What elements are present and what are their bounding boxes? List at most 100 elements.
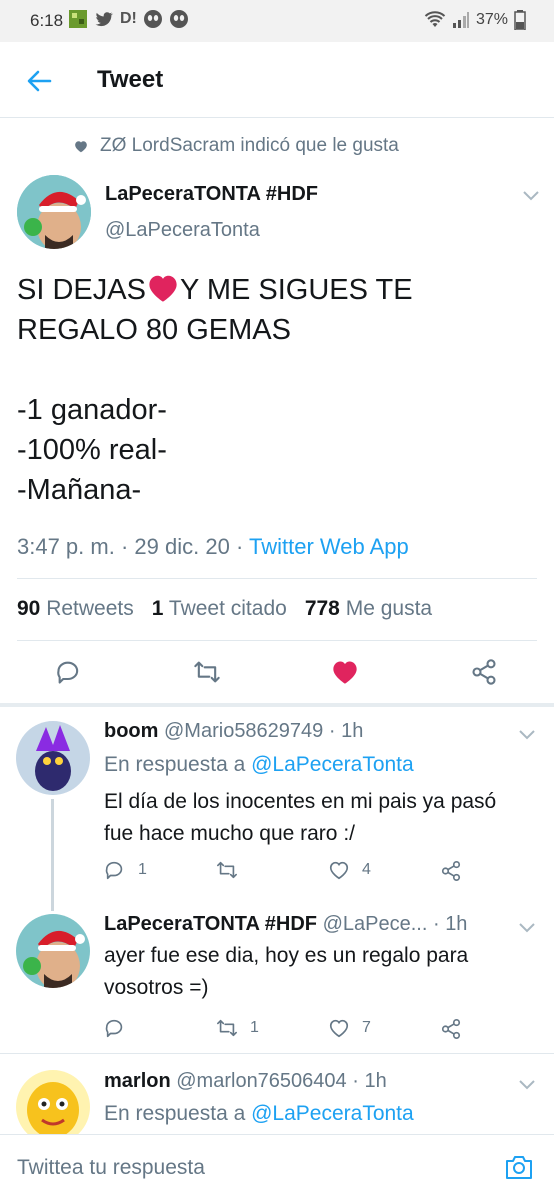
- reply-avatar-image: [16, 721, 90, 795]
- compose-bar[interactable]: Twittea tu respuesta: [0, 1134, 554, 1200]
- reply-action-retweet[interactable]: [216, 859, 250, 881]
- reply-action-like[interactable]: 7: [328, 1017, 371, 1039]
- wifi-icon: [424, 11, 446, 27]
- reply-icon: [105, 1019, 123, 1038]
- tweet-text-line: -100% real-: [17, 434, 167, 466]
- tweet-time: 3:47 p. m.: [17, 534, 115, 559]
- reply-action-reply[interactable]: 1: [104, 859, 147, 881]
- divider: [17, 578, 537, 579]
- quotes-stat[interactable]: 1 Tweet citado: [152, 597, 287, 621]
- tweet-source-link[interactable]: Twitter Web App: [249, 534, 409, 559]
- heart-small-icon: [75, 140, 87, 152]
- compose-input[interactable]: Twittea tu respuesta: [17, 1156, 205, 1180]
- game-icon: [69, 10, 87, 28]
- reply-author-handle[interactable]: @marlon76506404: [176, 1070, 346, 1092]
- chevron-down-icon[interactable]: [518, 922, 536, 934]
- reply-icon: [105, 861, 123, 880]
- retweet-icon[interactable]: [193, 658, 221, 686]
- dot-separator: ·: [427, 913, 446, 935]
- reply-author-handle[interactable]: @LaPece...: [323, 913, 428, 935]
- page-title: Tweet: [97, 66, 164, 93]
- reply-tweet[interactable]: boom @Mario58629749 · 1h En respuesta a …: [0, 707, 554, 911]
- liked-heart-icon[interactable]: [331, 658, 359, 686]
- reply-action-retweet[interactable]: 1: [216, 1017, 259, 1039]
- signal-icon: [452, 12, 469, 28]
- alien-icon: [169, 10, 188, 28]
- author-handle[interactable]: @LaPeceraTonta: [105, 219, 260, 242]
- reply-to-link[interactable]: @LaPeceraTonta: [251, 753, 414, 776]
- reply-text-line: fue hace mucho que raro :/: [104, 822, 355, 845]
- reply-action-like[interactable]: 4: [328, 859, 371, 881]
- author-avatar[interactable]: [17, 175, 91, 249]
- chevron-down-icon[interactable]: [518, 1079, 536, 1091]
- alien-icon: [143, 10, 162, 28]
- retweet-icon: [217, 861, 237, 879]
- retweets-count: 90: [17, 597, 41, 620]
- reply-header: boom @Mario58629749 · 1h: [104, 720, 363, 743]
- reply-count: 1: [138, 861, 147, 878]
- reply-avatar[interactable]: [16, 721, 90, 795]
- social-context: ZØ LordSacram indicó que le gusta: [74, 135, 399, 157]
- reply-header: marlon @marlon76506404 · 1h: [104, 1070, 387, 1093]
- likes-count: 778: [304, 597, 340, 620]
- red-heart-emoji-icon: [149, 275, 177, 302]
- tweet-text-part: Y ME SIGUES TE: [179, 274, 413, 306]
- chevron-down-icon[interactable]: [518, 729, 536, 741]
- tweet-text: SI DEJAS Y ME SIGUES TE REGALO 80 GEMAS -…: [17, 270, 537, 510]
- reply-author-name[interactable]: marlon: [104, 1070, 171, 1092]
- reply-text-line: El día de los inocentes en mi pais ya pa…: [104, 790, 497, 813]
- reply-header: LaPeceraTONTA #HDF @LaPece... · 1h: [104, 913, 467, 936]
- meta-separator: ·: [120, 534, 135, 559]
- status-right: 37%: [424, 10, 526, 30]
- retweet-icon: [217, 1019, 237, 1037]
- reply-text-line: ayer fue ese dia, hoy es un regalo para: [104, 944, 469, 967]
- dot-separator: ·: [346, 1070, 365, 1092]
- status-time: 6:18: [30, 11, 64, 30]
- reply-author-handle[interactable]: @Mario58629749: [164, 720, 323, 742]
- chevron-down-icon[interactable]: [522, 190, 540, 202]
- reply-context: En respuesta a @LaPeceraTonta: [104, 1102, 414, 1126]
- retweet-count: 1: [250, 1019, 259, 1036]
- camera-icon[interactable]: [504, 1153, 534, 1181]
- back-arrow-icon[interactable]: [24, 66, 54, 96]
- status-bar: 6:18 D! 37%: [0, 0, 554, 42]
- tweet-meta: 3:47 p. m. · 29 dic. 20 · Twitter Web Ap…: [17, 534, 409, 560]
- app-bar: Tweet: [0, 42, 554, 118]
- reply-context: En respuesta a @LaPeceraTonta: [104, 753, 414, 777]
- reply-avatar-image: [16, 914, 90, 988]
- battery-icon: [514, 10, 526, 30]
- likes-stat[interactable]: 778 Me gusta: [305, 597, 432, 621]
- reply-time: 1h: [445, 913, 468, 935]
- reply-tweet[interactable]: marlon @marlon76506404 · 1h En respuesta…: [0, 1054, 554, 1134]
- reply-tweet[interactable]: LaPeceraTONTA #HDF @LaPece... · 1h ayer …: [0, 902, 554, 1052]
- social-context-text: ZØ LordSacram indicó que le gusta: [100, 135, 399, 156]
- tweet-text-part: SI DEJAS: [17, 274, 146, 306]
- reply-to-link[interactable]: @LaPeceraTonta: [251, 1102, 414, 1125]
- share-icon[interactable]: [440, 860, 462, 882]
- reply-time: 1h: [341, 720, 364, 742]
- author-name[interactable]: LaPeceraTONTA #HDF: [105, 183, 318, 206]
- battery-percent: 37%: [475, 11, 508, 28]
- reply-avatar[interactable]: [16, 1070, 90, 1134]
- tweet-actions: [0, 654, 554, 694]
- quotes-label: Tweet citado: [168, 597, 287, 620]
- reply-text: ayer fue ese dia, hoy es un regalo para …: [104, 940, 524, 1004]
- meta-separator: ·: [235, 534, 249, 559]
- reply-avatar[interactable]: [16, 914, 90, 988]
- reply-action-reply[interactable]: [104, 1017, 138, 1039]
- tweet-text-line: SI DEJAS Y ME SIGUES TE: [17, 270, 537, 310]
- reply-text-line: vosotros =): [104, 976, 209, 999]
- author-avatar-image: [17, 175, 91, 249]
- retweets-stat[interactable]: 90 Retweets: [17, 597, 134, 621]
- share-icon[interactable]: [470, 658, 498, 686]
- heart-outline-icon: [329, 861, 349, 880]
- d-icon: D!: [120, 10, 137, 27]
- reply-author-name[interactable]: LaPeceraTONTA #HDF: [104, 913, 317, 935]
- reply-icon[interactable]: [55, 658, 83, 686]
- tweet-date: 29 dic. 20: [134, 534, 230, 559]
- tweet-stats: 90 Retweets 1 Tweet citado 778 Me gusta: [17, 597, 432, 621]
- dot-separator: ·: [323, 720, 342, 742]
- share-icon[interactable]: [440, 1018, 462, 1040]
- reply-author-name[interactable]: boom: [104, 720, 158, 742]
- like-count: 7: [362, 1019, 371, 1036]
